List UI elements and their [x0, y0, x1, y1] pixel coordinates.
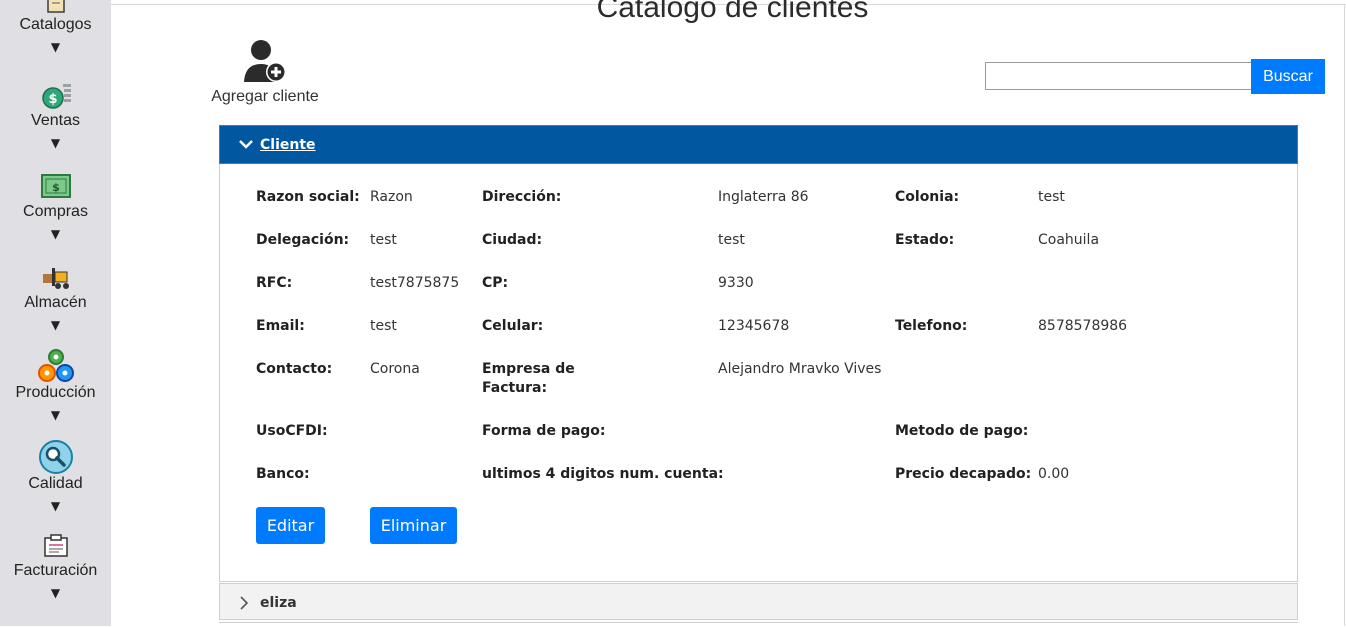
sidebar-item-facturacion[interactable]: Facturación ▼ [0, 534, 111, 600]
sidebar-item-produccion[interactable]: Producción ▼ [0, 348, 111, 422]
invoice-icon [43, 534, 68, 557]
ultimos-digitos-label: ultimos 4 digitos num. cuenta: [482, 466, 724, 482]
ciudad-value: test [718, 232, 745, 248]
email-value: test [370, 318, 397, 334]
chevron-down-icon [239, 140, 253, 149]
caret-down-icon[interactable]: ▼ [0, 40, 111, 54]
sidebar-item-ventas[interactable]: $ Ventas ▼ [0, 80, 111, 150]
razon-social-label: Razon social: [256, 189, 360, 205]
client-accordion-header-collapsed[interactable]: eliza [219, 583, 1298, 620]
caret-down-icon[interactable]: ▼ [0, 408, 111, 422]
svg-text:$: $ [52, 181, 60, 194]
coins-dollar-icon: $ [41, 84, 71, 109]
search-button[interactable]: Buscar [1251, 59, 1325, 94]
telefono-label: Telefono: [895, 318, 968, 334]
page-title: Catalogo de clientes [596, 0, 869, 24]
sidebar-item-label: Ventas [31, 112, 80, 129]
caret-down-icon[interactable]: ▼ [0, 136, 111, 150]
celular-value: 12345678 [718, 318, 790, 334]
caret-down-icon[interactable]: ▼ [0, 227, 111, 241]
gears-production-icon [37, 349, 74, 382]
quality-search-icon [38, 440, 73, 474]
colonia-label: Colonia: [895, 189, 960, 205]
contacto-label: Contacto: [256, 361, 333, 377]
sidebar-item-compras[interactable]: $ Compras ▼ [0, 171, 111, 241]
rfc-value: test7875875 [370, 275, 460, 291]
sidebar-item-label: Calidad [28, 475, 83, 492]
add-client-label: Agregar cliente [211, 88, 319, 105]
delegacion-label: Delegación: [256, 232, 350, 248]
delete-button[interactable]: Eliminar [370, 507, 457, 544]
next-accordion-edge [219, 622, 1298, 627]
celular-label: Celular: [482, 318, 544, 334]
sidebar-item-label: Producción [15, 384, 96, 401]
estado-label: Estado: [895, 232, 955, 248]
razon-social-value: Razon [370, 189, 413, 205]
ciudad-label: Ciudad: [482, 232, 543, 248]
edit-button[interactable]: Editar [256, 507, 325, 544]
sidebar-item-label: Facturación [13, 562, 98, 579]
cash-bill-icon: $ [40, 174, 71, 198]
cp-value: 9330 [718, 275, 754, 291]
cp-label: CP: [482, 275, 509, 291]
sidebar-item-calidad[interactable]: Calidad ▼ [0, 439, 111, 513]
sidebar: Catalogos ▼ $ Ventas ▼ $ Compras ▼ Almac… [0, 0, 111, 626]
search-input[interactable] [985, 62, 1257, 90]
metodo-pago-label: Metodo de pago: [895, 423, 1029, 439]
add-client-button[interactable]: Agregar cliente [205, 38, 325, 106]
empresa-factura-label-line1: Empresa de [482, 361, 575, 377]
caret-down-icon[interactable]: ▼ [0, 499, 111, 513]
chevron-right-icon [240, 596, 248, 610]
empresa-factura-value: Alejandro Mravko Vives [718, 361, 882, 377]
rfc-label: RFC: [256, 275, 293, 291]
forma-pago-label: Forma de pago: [482, 423, 606, 439]
precio-decapado-label: Precio decapado: [895, 466, 1032, 482]
delegacion-value: test [370, 232, 397, 248]
collapsed-client-title[interactable]: eliza [260, 595, 297, 611]
add-user-icon [244, 40, 286, 82]
sidebar-item-label: Almacén [24, 294, 87, 311]
contacto-value: Corona [370, 361, 420, 377]
caret-down-icon[interactable]: ▼ [0, 586, 111, 600]
estado-value: Coahuila [1038, 232, 1100, 248]
sidebar-item-label: Compras [23, 203, 88, 220]
precio-decapado-value: 0.00 [1038, 466, 1070, 482]
sidebar-item-label: Catalogos [19, 16, 92, 33]
direccion-label: Dirección: [482, 189, 562, 205]
client-accordion-title[interactable]: Cliente [260, 137, 316, 153]
sidebar-item-catalogos[interactable]: Catalogos ▼ [0, 0, 111, 54]
svg-text:$: $ [48, 92, 57, 107]
forklift-icon [42, 268, 69, 289]
content-right-border [1344, 4, 1345, 626]
email-label: Email: [256, 318, 305, 334]
colonia-value: test [1038, 189, 1065, 205]
sidebar-item-almacen[interactable]: Almacén ▼ [0, 262, 111, 332]
direccion-value: Inglaterra 86 [718, 189, 809, 205]
banco-label: Banco: [256, 466, 310, 482]
catalog-book-icon [46, 0, 65, 13]
telefono-value: 8578578986 [1038, 318, 1128, 334]
caret-down-icon[interactable]: ▼ [0, 318, 111, 332]
client-accordion-header[interactable]: Cliente [219, 125, 1298, 164]
empresa-factura-label-line2: Factura: [482, 380, 548, 396]
uso-cfdi-label: UsoCFDI: [256, 423, 328, 439]
